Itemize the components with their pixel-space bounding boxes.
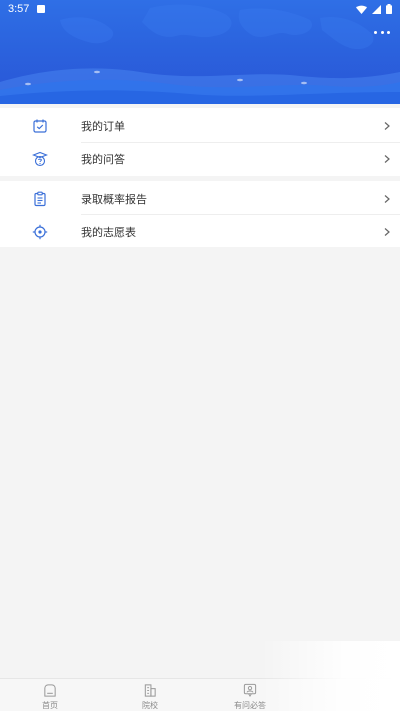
more-dot-icon [387, 30, 390, 34]
tab-label: 有问必答 [234, 701, 266, 710]
menu-group-orders: 我的订单 我的问答 [0, 108, 400, 176]
menu-item-label: 录取概率报告 [81, 192, 147, 206]
menu-item-my-qa[interactable]: 我的问答 [0, 142, 400, 175]
tab-qa[interactable]: 有问必答 [200, 679, 300, 711]
bottom-tab-bar: 首页 院校 有问必答 [0, 641, 400, 711]
signal-icon [372, 4, 381, 14]
chevron-right-icon [384, 154, 390, 163]
chevron-right-icon [384, 227, 390, 236]
home-icon [44, 684, 56, 697]
notification-icon [37, 5, 46, 13]
tab-label: 院校 [142, 701, 158, 710]
more-dot-icon [380, 30, 384, 34]
chevron-right-icon [384, 121, 390, 130]
person-qa-icon [243, 683, 257, 698]
battery-icon [386, 4, 392, 14]
more-options-button[interactable] [374, 27, 390, 37]
menu-item-label: 我的订单 [81, 119, 125, 133]
target-icon [31, 223, 49, 241]
status-indicators [356, 4, 392, 14]
clipboard-report-icon [31, 190, 49, 208]
chevron-right-icon [384, 194, 390, 203]
tab-label: 首页 [42, 701, 58, 710]
qa-graduation-icon [31, 150, 49, 168]
status-time: 3:57 [8, 3, 30, 15]
menu-group-admission: 录取概率报告 我的志愿表 [0, 181, 400, 247]
tab-placeholder [300, 679, 400, 711]
building-icon [144, 684, 156, 697]
status-bar: 3:57 [0, 0, 400, 18]
wifi-icon [356, 5, 367, 14]
menu-item-my-orders[interactable]: 我的订单 [0, 109, 400, 142]
menu-item-admission-probability-report[interactable]: 录取概率报告 [0, 182, 400, 215]
profile-header-banner: 3:57 [0, 0, 400, 104]
order-check-icon [31, 117, 49, 135]
menu-item-my-application-form[interactable]: 我的志愿表 [0, 215, 400, 248]
tab-colleges[interactable]: 院校 [100, 679, 200, 711]
menu-item-label: 我的问答 [81, 152, 125, 166]
more-dot-icon [374, 30, 377, 34]
menu-item-label: 我的志愿表 [81, 225, 136, 239]
tab-home[interactable]: 首页 [0, 679, 100, 711]
